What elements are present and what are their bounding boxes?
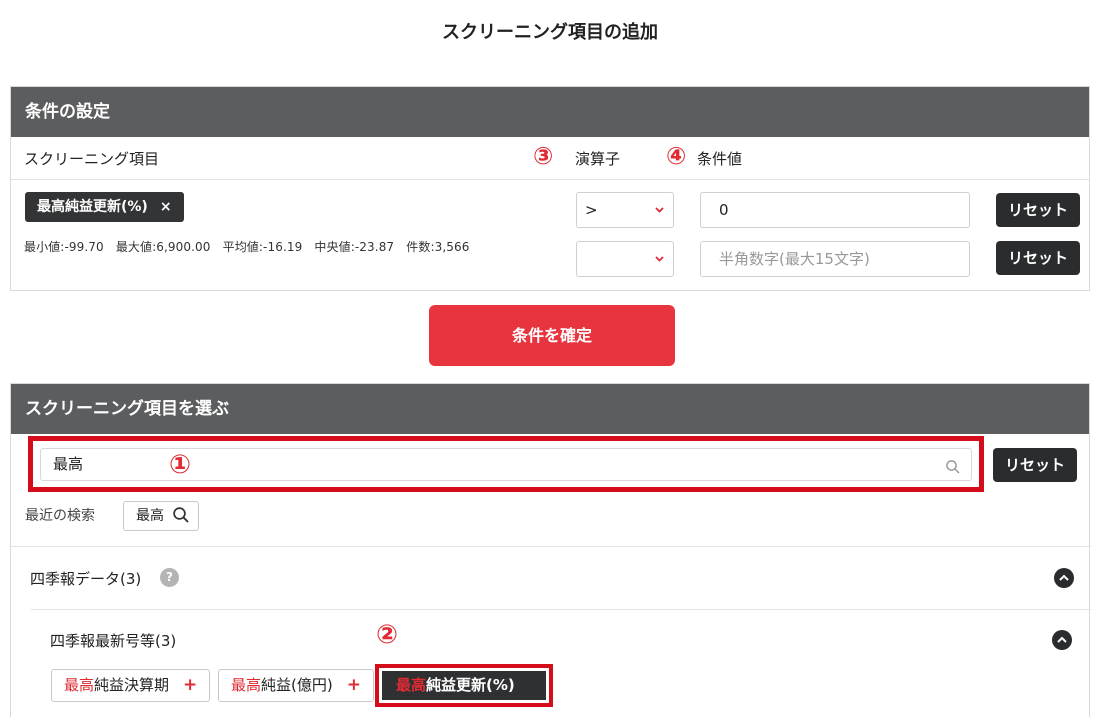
search-reset-button[interactable]: リセット xyxy=(993,448,1077,482)
reset-button-1[interactable]: リセット xyxy=(996,193,1080,227)
reset-button-2[interactable]: リセット xyxy=(996,241,1080,275)
chevron-up-icon[interactable] xyxy=(1054,568,1074,588)
column-condition-value: 条件値 xyxy=(697,150,743,168)
item-statistics: 最小値:-99.70 最大値:6,900.00 平均値:-16.19 中央値:-… xyxy=(24,240,470,254)
result-item-chip[interactable]: 最高純益決算期 + xyxy=(51,669,211,702)
selected-result-highlight-frame: 最高純益更新(%) xyxy=(375,664,553,707)
operator-select-1-value: > xyxy=(585,201,598,219)
result-item-label: 純益決算期 xyxy=(94,676,170,694)
result-item-highlight: 最高 xyxy=(231,676,262,694)
operator-select-2[interactable] xyxy=(576,241,674,277)
conditions-panel-header: 条件の設定 xyxy=(11,87,1089,137)
result-item-highlight: 最高 xyxy=(396,676,427,694)
close-icon[interactable]: × xyxy=(160,199,172,215)
annotation-marker-2: ② xyxy=(376,620,399,650)
divider xyxy=(31,609,1091,610)
result-item-chip[interactable]: 最高純益(億円) + xyxy=(218,669,374,702)
chevron-down-icon xyxy=(655,193,664,227)
column-screening-item: スクリーニング項目 xyxy=(24,150,160,168)
recent-search-label: 最近の検索 xyxy=(25,508,95,524)
condition-value-input-2[interactable]: 半角数字(最大15文字) xyxy=(700,241,970,277)
chevron-down-icon xyxy=(655,242,664,276)
category-row[interactable]: 四季報データ(3) ? xyxy=(11,547,1091,609)
selected-item-label: 最高純益更新(%) xyxy=(37,199,148,215)
annotation-marker-4: ④ xyxy=(666,142,687,170)
page-title: スクリーニング項目の追加 xyxy=(442,22,658,43)
search-input[interactable]: 最高 ① xyxy=(40,448,972,481)
result-item-label: 純益更新(%) xyxy=(426,676,515,694)
result-item-chip-selected[interactable]: 最高純益更新(%) xyxy=(382,671,546,700)
help-icon[interactable]: ? xyxy=(160,568,179,587)
conditions-column-header: スクリーニング項目 ③ 演算子 ④ 条件値 xyxy=(11,137,1089,180)
recent-search-chip-label: 最高 xyxy=(136,508,164,524)
condition-value-input-1[interactable]: 0 xyxy=(700,192,970,228)
plus-icon: + xyxy=(183,675,198,695)
operator-select-1[interactable]: > xyxy=(576,192,674,228)
subcategory-label: 四季報最新号等(3) xyxy=(50,632,177,650)
search-icon[interactable] xyxy=(945,455,963,474)
annotation-marker-3: ③ xyxy=(533,142,554,170)
select-item-panel-header: スクリーニング項目を選ぶ xyxy=(11,384,1089,434)
confirm-conditions-button[interactable]: 条件を確定 xyxy=(429,305,675,366)
category-label: 四季報データ(3) xyxy=(30,570,142,588)
search-icon xyxy=(173,507,190,523)
chevron-up-icon[interactable] xyxy=(1052,630,1072,650)
search-highlight-frame: 最高 ① xyxy=(28,436,984,492)
search-input-value: 最高 xyxy=(53,455,84,473)
result-item-label: 純益(億円) xyxy=(261,676,333,694)
selected-item-chip: 最高純益更新(%) × xyxy=(25,192,184,222)
select-item-panel: スクリーニング項目を選ぶ 最高 ① リセット 最近の検索 最高 四季報データ(3… xyxy=(10,383,1091,717)
conditions-panel: 条件の設定 スクリーニング項目 ③ 演算子 ④ 条件値 最高純益更新(%) × 最… xyxy=(10,86,1090,291)
recent-search-chip[interactable]: 最高 xyxy=(123,501,200,531)
result-item-highlight: 最高 xyxy=(64,676,95,694)
annotation-marker-1: ① xyxy=(169,450,192,480)
plus-icon: + xyxy=(346,675,361,695)
column-operator: 演算子 xyxy=(575,150,621,168)
